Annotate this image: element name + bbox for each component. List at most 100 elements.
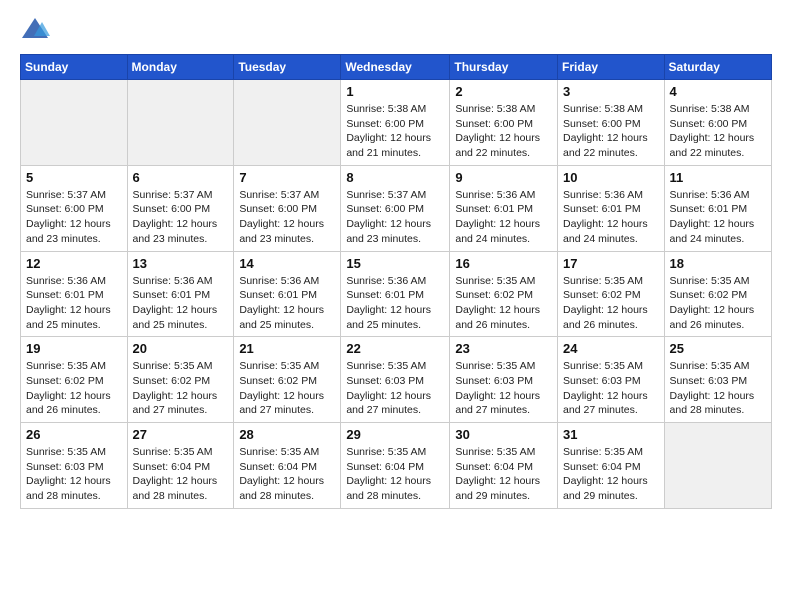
day-number: 31 — [563, 427, 659, 442]
day-info: Sunrise: 5:35 AMSunset: 6:02 PMDaylight:… — [133, 359, 229, 418]
calendar-week-row: 26 Sunrise: 5:35 AMSunset: 6:03 PMDayligh… — [21, 423, 772, 509]
day-info: Sunrise: 5:38 AMSunset: 6:00 PMDaylight:… — [346, 102, 444, 161]
calendar-table: SundayMondayTuesdayWednesdayThursdayFrid… — [20, 54, 772, 509]
calendar-cell: 5 Sunrise: 5:37 AMSunset: 6:00 PMDaylight… — [21, 165, 128, 251]
day-info: Sunrise: 5:35 AMSunset: 6:03 PMDaylight:… — [346, 359, 444, 418]
logo-icon — [20, 16, 50, 42]
calendar-cell: 19 Sunrise: 5:35 AMSunset: 6:02 PMDayligh… — [21, 337, 128, 423]
day-info: Sunrise: 5:35 AMSunset: 6:04 PMDaylight:… — [239, 445, 335, 504]
calendar-cell: 2 Sunrise: 5:38 AMSunset: 6:00 PMDaylight… — [450, 80, 558, 166]
logo — [20, 16, 52, 42]
weekday-header-saturday: Saturday — [664, 55, 771, 80]
calendar-cell: 13 Sunrise: 5:36 AMSunset: 6:01 PMDayligh… — [127, 251, 234, 337]
day-info: Sunrise: 5:35 AMSunset: 6:02 PMDaylight:… — [26, 359, 122, 418]
day-info: Sunrise: 5:35 AMSunset: 6:04 PMDaylight:… — [346, 445, 444, 504]
day-number: 2 — [455, 84, 552, 99]
calendar-week-row: 5 Sunrise: 5:37 AMSunset: 6:00 PMDaylight… — [21, 165, 772, 251]
calendar-cell: 10 Sunrise: 5:36 AMSunset: 6:01 PMDayligh… — [558, 165, 665, 251]
day-number: 24 — [563, 341, 659, 356]
day-info: Sunrise: 5:35 AMSunset: 6:04 PMDaylight:… — [133, 445, 229, 504]
day-info: Sunrise: 5:38 AMSunset: 6:00 PMDaylight:… — [670, 102, 766, 161]
weekday-header-monday: Monday — [127, 55, 234, 80]
day-number: 29 — [346, 427, 444, 442]
calendar-cell: 21Sunrise: 5:35 AMSunset: 6:02 PMDayligh… — [234, 337, 341, 423]
day-number: 3 — [563, 84, 659, 99]
calendar-cell: 18 Sunrise: 5:35 AMSunset: 6:02 PMDayligh… — [664, 251, 771, 337]
day-info: Sunrise: 5:36 AMSunset: 6:01 PMDaylight:… — [26, 274, 122, 333]
calendar-cell — [234, 80, 341, 166]
calendar-cell: 25 Sunrise: 5:35 AMSunset: 6:03 PMDayligh… — [664, 337, 771, 423]
calendar-week-row: 12 Sunrise: 5:36 AMSunset: 6:01 PMDayligh… — [21, 251, 772, 337]
weekday-header-thursday: Thursday — [450, 55, 558, 80]
day-number: 19 — [26, 341, 122, 356]
calendar-week-row: 1 Sunrise: 5:38 AMSunset: 6:00 PMDaylight… — [21, 80, 772, 166]
day-number: 4 — [670, 84, 766, 99]
day-info: Sunrise: 5:36 AMSunset: 6:01 PMDaylight:… — [239, 274, 335, 333]
day-info: Sunrise: 5:35 AMSunset: 6:03 PMDaylight:… — [26, 445, 122, 504]
calendar-cell: 30 Sunrise: 5:35 AMSunset: 6:04 PMDayligh… — [450, 423, 558, 509]
day-number: 28 — [239, 427, 335, 442]
calendar-cell: 9 Sunrise: 5:36 AMSunset: 6:01 PMDaylight… — [450, 165, 558, 251]
calendar-cell — [21, 80, 128, 166]
day-number: 13 — [133, 256, 229, 271]
day-number: 18 — [670, 256, 766, 271]
day-number: 9 — [455, 170, 552, 185]
day-info: Sunrise: 5:37 AMSunset: 6:00 PMDaylight:… — [26, 188, 122, 247]
day-info: Sunrise: 5:36 AMSunset: 6:01 PMDaylight:… — [670, 188, 766, 247]
day-number: 27 — [133, 427, 229, 442]
day-number: 22 — [346, 341, 444, 356]
calendar-cell — [127, 80, 234, 166]
page: SundayMondayTuesdayWednesdayThursdayFrid… — [0, 0, 792, 525]
day-info: Sunrise: 5:35 AMSunset: 6:03 PMDaylight:… — [670, 359, 766, 418]
weekday-header-friday: Friday — [558, 55, 665, 80]
calendar-cell: 22 Sunrise: 5:35 AMSunset: 6:03 PMDayligh… — [341, 337, 450, 423]
day-number: 5 — [26, 170, 122, 185]
calendar-cell — [664, 423, 771, 509]
day-number: 16 — [455, 256, 552, 271]
day-info: Sunrise: 5:36 AMSunset: 6:01 PMDaylight:… — [133, 274, 229, 333]
day-info: Sunrise: 5:35 AMSunset: 6:02 PMDaylight:… — [239, 359, 335, 418]
day-info: Sunrise: 5:35 AMSunset: 6:02 PMDaylight:… — [670, 274, 766, 333]
day-number: 30 — [455, 427, 552, 442]
day-info: Sunrise: 5:37 AMSunset: 6:00 PMDaylight:… — [133, 188, 229, 247]
calendar-week-row: 19 Sunrise: 5:35 AMSunset: 6:02 PMDayligh… — [21, 337, 772, 423]
calendar-cell: 26 Sunrise: 5:35 AMSunset: 6:03 PMDayligh… — [21, 423, 128, 509]
calendar-cell: 1 Sunrise: 5:38 AMSunset: 6:00 PMDaylight… — [341, 80, 450, 166]
calendar-cell: 14 Sunrise: 5:36 AMSunset: 6:01 PMDayligh… — [234, 251, 341, 337]
day-info: Sunrise: 5:36 AMSunset: 6:01 PMDaylight:… — [346, 274, 444, 333]
day-info: Sunrise: 5:36 AMSunset: 6:01 PMDaylight:… — [563, 188, 659, 247]
calendar-cell: 7 Sunrise: 5:37 AMSunset: 6:00 PMDaylight… — [234, 165, 341, 251]
day-info: Sunrise: 5:35 AMSunset: 6:04 PMDaylight:… — [455, 445, 552, 504]
calendar-cell: 28 Sunrise: 5:35 AMSunset: 6:04 PMDayligh… — [234, 423, 341, 509]
day-number: 10 — [563, 170, 659, 185]
day-info: Sunrise: 5:36 AMSunset: 6:01 PMDaylight:… — [455, 188, 552, 247]
day-info: Sunrise: 5:37 AMSunset: 6:00 PMDaylight:… — [239, 188, 335, 247]
day-number: 11 — [670, 170, 766, 185]
day-number: 8 — [346, 170, 444, 185]
calendar-cell: 4 Sunrise: 5:38 AMSunset: 6:00 PMDaylight… — [664, 80, 771, 166]
weekday-header-row: SundayMondayTuesdayWednesdayThursdayFrid… — [21, 55, 772, 80]
calendar-cell: 15Sunrise: 5:36 AMSunset: 6:01 PMDayligh… — [341, 251, 450, 337]
weekday-header-sunday: Sunday — [21, 55, 128, 80]
calendar-cell: 20 Sunrise: 5:35 AMSunset: 6:02 PMDayligh… — [127, 337, 234, 423]
day-info: Sunrise: 5:37 AMSunset: 6:00 PMDaylight:… — [346, 188, 444, 247]
calendar-cell: 27 Sunrise: 5:35 AMSunset: 6:04 PMDayligh… — [127, 423, 234, 509]
day-info: Sunrise: 5:35 AMSunset: 6:03 PMDaylight:… — [563, 359, 659, 418]
day-number: 7 — [239, 170, 335, 185]
day-info: Sunrise: 5:38 AMSunset: 6:00 PMDaylight:… — [455, 102, 552, 161]
day-number: 25 — [670, 341, 766, 356]
calendar-cell: 24 Sunrise: 5:35 AMSunset: 6:03 PMDayligh… — [558, 337, 665, 423]
day-number: 14 — [239, 256, 335, 271]
header — [20, 16, 772, 42]
day-number: 12 — [26, 256, 122, 271]
calendar-cell: 31Sunrise: 5:35 AMSunset: 6:04 PMDayligh… — [558, 423, 665, 509]
day-number: 1 — [346, 84, 444, 99]
weekday-header-wednesday: Wednesday — [341, 55, 450, 80]
calendar-cell: 12 Sunrise: 5:36 AMSunset: 6:01 PMDayligh… — [21, 251, 128, 337]
day-info: Sunrise: 5:38 AMSunset: 6:00 PMDaylight:… — [563, 102, 659, 161]
calendar-cell: 23Sunrise: 5:35 AMSunset: 6:03 PMDayligh… — [450, 337, 558, 423]
day-info: Sunrise: 5:35 AMSunset: 6:03 PMDaylight:… — [455, 359, 552, 418]
day-number: 26 — [26, 427, 122, 442]
day-info: Sunrise: 5:35 AMSunset: 6:02 PMDaylight:… — [455, 274, 552, 333]
day-number: 20 — [133, 341, 229, 356]
